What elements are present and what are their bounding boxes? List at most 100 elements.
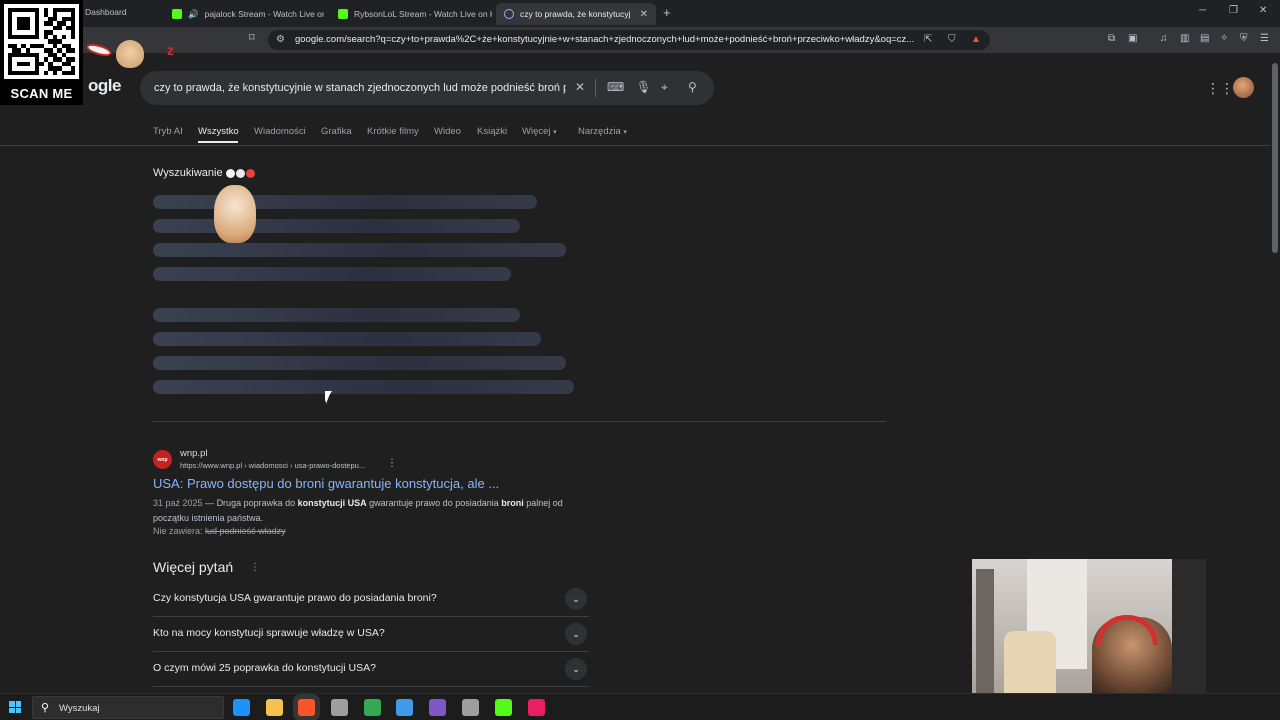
chevron-down-icon[interactable]: ⌄ — [565, 658, 587, 680]
vpn-icon[interactable]: ⛨ — [1240, 33, 1248, 44]
snippet-text: Druga poprawka do — [216, 498, 298, 508]
search-icon[interactable]: ⚲ — [688, 80, 697, 94]
taskbar-search-placeholder: Wyszukaj — [59, 703, 100, 714]
share-icon[interactable]: ⇱ — [924, 34, 932, 45]
result-date: 31 paź 2025 — [153, 498, 203, 508]
bookmark-icon[interactable]: ⌑ — [249, 31, 255, 44]
hamster-sticker — [214, 185, 256, 243]
tab-more[interactable]: Więcej ▾ — [522, 126, 557, 137]
wallet-icon[interactable]: ▤ — [1200, 33, 1209, 44]
search-divider — [595, 79, 596, 97]
kick-icon — [172, 9, 182, 19]
mouse-cursor — [325, 391, 336, 404]
tab-google-search[interactable]: czy to prawda, że konstytucyjnie ✕ — [496, 3, 656, 25]
lens-icon[interactable]: ⌖ — [661, 80, 668, 95]
discord-icon[interactable] — [429, 699, 446, 716]
tab-videos[interactable]: Wideo — [434, 126, 461, 137]
extensions-icon[interactable]: ⧉ — [1108, 33, 1115, 44]
people-also-ask-title: Więcej pytań — [153, 559, 234, 575]
result-url[interactable]: https://www.wnp.pl › wiadomosci › usa-pr… — [180, 461, 365, 470]
tab-ai-mode[interactable]: Tryb AI — [153, 126, 183, 137]
more-options-icon[interactable]: ⋮ — [387, 458, 397, 469]
kick-icon[interactable] — [495, 699, 512, 716]
google-icon — [504, 9, 514, 19]
loading-line — [153, 380, 574, 394]
app-icon[interactable] — [462, 699, 479, 716]
url-text[interactable]: google.com/search?q=czy+to+prawda%2C+że+… — [295, 34, 915, 45]
windows-start-icon[interactable] — [9, 701, 21, 713]
paa-question[interactable]: O czym mówi 25 poprawka do konstytucji U… — [153, 653, 589, 687]
webcam-mic-arm — [1172, 559, 1206, 693]
steam-icon[interactable] — [396, 699, 413, 716]
active-tab-indicator — [198, 141, 238, 143]
brave-icon[interactable] — [298, 699, 315, 716]
loading-line — [153, 332, 541, 346]
paa-question[interactable]: Kto na mocy konstytucji sprawuje władzę … — [153, 618, 589, 652]
snippet-highlight: broni — [501, 498, 524, 508]
paa-question[interactable]: Czy konstytucja USA gwarantuje prawo do … — [153, 583, 589, 617]
qr-code — [4, 4, 79, 79]
tab-short-videos[interactable]: Krótkie filmy — [367, 126, 419, 137]
chevron-down-icon[interactable]: ⌄ — [565, 623, 587, 645]
tab-news[interactable]: Wiadomości — [254, 126, 306, 137]
tab-pajalock[interactable]: 🔊 pajalock Stream - Watch Live on — [164, 3, 324, 25]
screenshot-icon[interactable]: ▣ — [1128, 33, 1137, 44]
scrollbar-thumb[interactable] — [1272, 63, 1278, 253]
tab-rybsonlol[interactable]: RybsonLoL Stream - Watch Live on K — [330, 3, 492, 25]
chevron-down-icon[interactable]: ⌄ — [565, 588, 587, 610]
new-tab-button[interactable]: + — [663, 5, 671, 20]
close-tab-icon[interactable]: ✕ — [640, 9, 648, 20]
tab-title: czy to prawda, że konstytucyjnie — [520, 9, 630, 19]
rewards-icon[interactable]: ▲ — [971, 34, 981, 45]
close-window-icon[interactable]: ✕ — [1259, 5, 1267, 16]
loading-line — [153, 195, 537, 209]
omnibox[interactable]: ⚙ google.com/search?q=czy+to+prawda%2C+ż… — [268, 30, 990, 50]
webcam-chair — [1004, 631, 1056, 693]
webcam-overlay — [972, 559, 1206, 693]
paa-question-text: Czy konstytucja USA gwarantuje prawo do … — [153, 592, 437, 604]
minimize-icon[interactable]: ─ — [1199, 5, 1206, 16]
tab-all[interactable]: Wszystko — [198, 126, 239, 137]
more-options-icon[interactable]: ⋮ — [250, 562, 260, 573]
avatar[interactable] — [1233, 77, 1254, 98]
app-icon[interactable] — [528, 699, 545, 716]
google-logo[interactable]: ogle — [88, 76, 121, 96]
ai-loading-dots — [226, 169, 255, 178]
browser-tab-strip: 🔊 pajalock Stream - Watch Live on Rybson… — [0, 0, 1280, 27]
microphone-icon[interactable]: 🎙 — [636, 80, 651, 94]
ai-overview-divider — [153, 421, 886, 422]
tab-tools[interactable]: Narzędzia ▾ — [578, 126, 627, 137]
page-scrollbar[interactable] — [1270, 53, 1280, 687]
search-query-input[interactable]: czy to prawda, że konstytucyjnie w stana… — [154, 82, 566, 94]
taskbar-search[interactable]: ⚲ Wyszukaj — [32, 696, 224, 719]
wnp-favicon[interactable]: wnp — [153, 450, 172, 469]
result-title-link[interactable]: USA: Prawo dostępu do broni gwarantuje k… — [153, 476, 499, 491]
loading-dot — [236, 169, 245, 178]
speaker-icon: 🔊 — [188, 8, 199, 19]
missing-terms-list[interactable]: lud podnieść władzy — [205, 526, 286, 536]
edge-icon[interactable] — [233, 699, 250, 716]
tab-title: RybsonLoL Stream - Watch Live on K — [354, 9, 492, 19]
site-settings-icon[interactable]: ⚙ — [276, 34, 285, 45]
tab-more-label: Więcej — [522, 126, 551, 137]
tab-books[interactable]: Książki — [477, 126, 507, 137]
chrome-icon[interactable] — [364, 699, 381, 716]
tab-images[interactable]: Grafika — [321, 126, 352, 137]
music-icon[interactable]: ♫ — [1160, 33, 1168, 44]
menu-icon[interactable]: ☰ — [1260, 33, 1269, 44]
restore-icon[interactable]: ❐ — [1229, 5, 1238, 16]
app-icon[interactable] — [331, 699, 348, 716]
tab-dashboard-partial[interactable]: Dashboard — [85, 7, 127, 17]
sidebar-icon[interactable]: ▥ — [1180, 33, 1189, 44]
leo-icon[interactable]: ✧ — [1220, 33, 1228, 44]
result-snippet: 31 paź 2025 — Druga poprawka do konstytu… — [153, 498, 563, 523]
shield-icon[interactable]: ⛉ — [948, 34, 956, 45]
clear-icon[interactable]: ✕ — [575, 80, 585, 94]
keyboard-icon[interactable]: ⌨ — [607, 80, 624, 94]
search-box[interactable]: czy to prawda, że konstytucyjnie w stana… — [140, 71, 714, 105]
loading-dot — [226, 169, 235, 178]
file-explorer-icon[interactable] — [266, 699, 283, 716]
result-site-name[interactable]: wnp.pl — [180, 448, 207, 459]
snippet-text: gwarantuje prawo do posiadania — [366, 498, 502, 508]
tab-title: pajalock Stream - Watch Live on — [204, 9, 324, 19]
